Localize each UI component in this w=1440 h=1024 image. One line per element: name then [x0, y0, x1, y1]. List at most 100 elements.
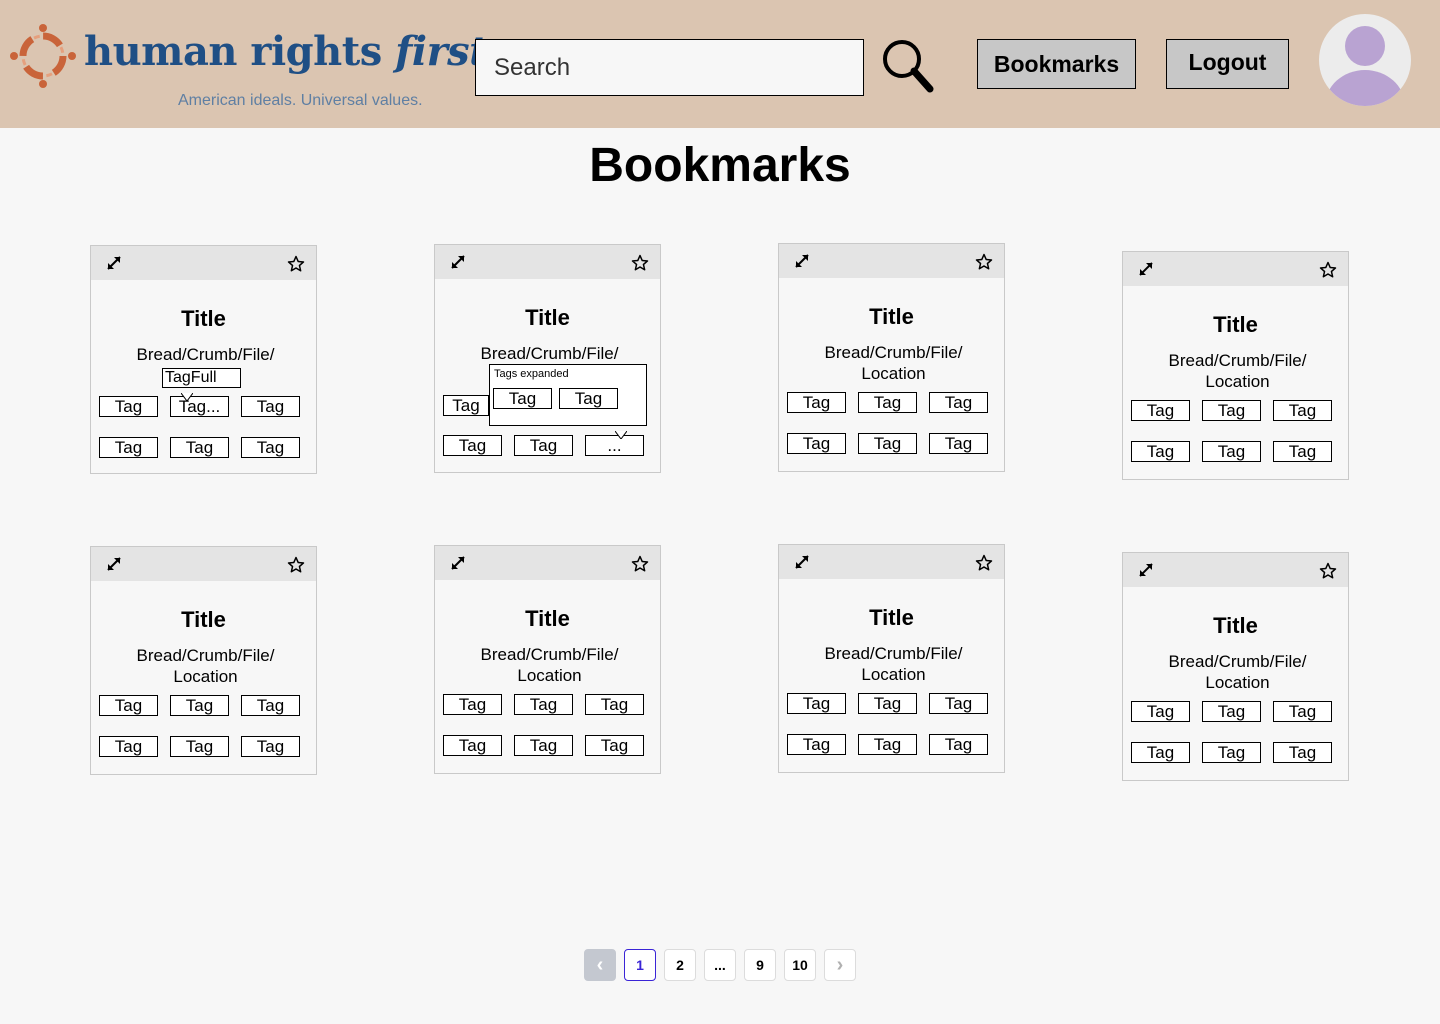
tag-chip[interactable]: Tag — [443, 735, 502, 756]
star-icon[interactable] — [975, 554, 993, 572]
tag-chip[interactable]: Tag — [99, 437, 158, 458]
tag-chip[interactable]: Tag — [929, 433, 988, 454]
tag-chip[interactable]: Tag — [559, 388, 618, 409]
expand-icon[interactable] — [1137, 561, 1155, 579]
star-icon[interactable] — [1319, 562, 1337, 580]
expand-icon[interactable] — [449, 554, 467, 572]
card-title: Title — [525, 305, 570, 330]
tag-chip[interactable]: Tag — [1131, 742, 1190, 763]
tag-chip[interactable]: Tag — [1202, 701, 1261, 722]
tag-chip[interactable]: Tag — [99, 736, 158, 757]
tag-chip[interactable]: Tag — [1273, 400, 1332, 421]
tag-chip[interactable]: Tag — [585, 735, 644, 756]
bookmark-card[interactable]: Title Bread/Crumb/File/Tag Tag... Tag Tag Tag… — [90, 245, 317, 474]
tag-chip[interactable]: Tag — [99, 396, 158, 417]
bookmark-card[interactable]: Title Bread/Crumb/File/Tag Tag Tag... Tags e… — [434, 244, 661, 473]
card-breadcrumb: Bread/Crumb/File/ Location — [480, 645, 619, 685]
tag-chip[interactable]: Tag... — [170, 396, 229, 417]
tag-chip[interactable]: Tag — [514, 435, 573, 456]
tag-chip[interactable]: Tag — [241, 437, 300, 458]
logout-button[interactable]: Logout — [1166, 39, 1289, 89]
card-title: Title — [181, 306, 226, 331]
tag-chip[interactable]: Tag — [1202, 441, 1261, 462]
tag-chip[interactable]: Tag — [1202, 400, 1261, 421]
tag-chip[interactable]: Tag — [858, 433, 917, 454]
tag-chip[interactable]: Tag — [858, 392, 917, 413]
logo-wordmark: human rights first — [84, 28, 488, 75]
search-input[interactable] — [475, 39, 864, 96]
top-header: human rights first American ideals. Univ… — [0, 0, 1440, 128]
tag-chip[interactable]: Tag — [514, 735, 573, 756]
tag-chip[interactable]: Tag — [443, 395, 489, 416]
card-toolbar — [435, 546, 660, 580]
bookmark-card[interactable]: Title Bread/Crumb/File/ Location Tag Tag Tag… — [778, 243, 1005, 472]
tag-chip[interactable]: Tag — [1202, 742, 1261, 763]
next-page-button[interactable]: › — [824, 949, 856, 981]
page-title: Bookmarks — [589, 139, 851, 192]
card-toolbar — [91, 547, 316, 581]
tag-chip[interactable]: Tag — [170, 437, 229, 458]
expand-icon[interactable] — [793, 553, 811, 571]
tag-chip[interactable]: Tag — [170, 695, 229, 716]
tag-chip[interactable]: Tag — [1131, 701, 1190, 722]
tag-chip[interactable]: Tag — [241, 396, 300, 417]
card-breadcrumb: Bread/Crumb/File/ — [480, 344, 619, 363]
card-toolbar — [779, 244, 1004, 278]
bookmark-card[interactable]: Title Bread/Crumb/File/ Location Tag Tag Tag… — [434, 545, 661, 774]
bookmark-card[interactable]: Title Bread/Crumb/File/ Location Tag Tag Tag… — [778, 544, 1005, 773]
tag-chip[interactable]: Tag — [514, 694, 573, 715]
tag-chip[interactable]: Tag — [787, 734, 846, 755]
star-icon[interactable] — [287, 556, 305, 574]
tag-chip[interactable]: Tag — [241, 695, 300, 716]
bookmark-card[interactable]: Title Bread/Crumb/File/ Location Tag Tag Tag… — [90, 546, 317, 775]
tag-chip[interactable]: Tag — [858, 693, 917, 714]
card-toolbar — [779, 545, 1004, 579]
card-toolbar — [1123, 553, 1348, 587]
tag-chip[interactable]: Tag — [1273, 742, 1332, 763]
tag-chip[interactable]: Tag — [787, 693, 846, 714]
expand-icon[interactable] — [1137, 260, 1155, 278]
tag-chip[interactable]: Tag — [170, 736, 229, 757]
tag-chip[interactable]: Tag — [858, 734, 917, 755]
tag-chip[interactable]: Tag — [241, 736, 300, 757]
page-button-2[interactable]: 2 — [664, 949, 696, 981]
prev-page-button[interactable]: ‹ — [584, 949, 616, 981]
tag-chip[interactable]: Tag — [1131, 400, 1190, 421]
tag-chip[interactable]: Tag — [1273, 701, 1332, 722]
hrf-logo[interactable]: human rights first American ideals. Univ… — [8, 20, 488, 115]
tag-chip[interactable]: Tag — [443, 694, 502, 715]
bookmark-card[interactable]: Title Bread/Crumb/File/ Location Tag Tag Tag… — [1122, 251, 1349, 480]
search-button[interactable] — [880, 38, 936, 94]
tag-chip[interactable]: Tag — [929, 693, 988, 714]
magnifier-icon — [883, 40, 934, 93]
tag-chip[interactable]: Tag — [99, 695, 158, 716]
page-button-1[interactable]: 1 — [624, 949, 656, 981]
tag-chip[interactable]: Tag — [929, 734, 988, 755]
star-icon[interactable] — [1319, 261, 1337, 279]
star-icon[interactable] — [287, 255, 305, 273]
popover-label: Tags expanded — [494, 368, 569, 380]
tag-chip[interactable]: Tag — [787, 392, 846, 413]
tag-chip[interactable]: Tag — [1131, 441, 1190, 462]
tag-chip[interactable]: Tag — [585, 694, 644, 715]
page-button-10[interactable]: 10 — [784, 949, 816, 981]
tag-chip[interactable]: Tag — [443, 435, 502, 456]
bookmark-card[interactable]: Title Bread/Crumb/File/ Location Tag Tag Tag… — [1122, 552, 1349, 781]
tag-chip[interactable]: Tag — [787, 433, 846, 454]
star-icon[interactable] — [631, 555, 649, 573]
expand-icon[interactable] — [449, 253, 467, 271]
card-title: Title — [525, 606, 570, 631]
expand-icon[interactable] — [105, 254, 123, 272]
tag-chip[interactable]: Tag — [1273, 441, 1332, 462]
tag-chip[interactable]: Tag — [929, 392, 988, 413]
user-avatar[interactable] — [1319, 14, 1411, 106]
star-icon[interactable] — [975, 253, 993, 271]
user-avatar-icon — [1325, 26, 1405, 106]
star-icon[interactable] — [631, 254, 649, 272]
card-breadcrumb: Bread/Crumb/File/ Location — [824, 343, 963, 383]
page-button-9[interactable]: 9 — [744, 949, 776, 981]
bookmarks-button[interactable]: Bookmarks — [977, 39, 1136, 89]
expand-icon[interactable] — [793, 252, 811, 270]
expand-icon[interactable] — [105, 555, 123, 573]
tag-chip[interactable]: Tag — [493, 388, 552, 409]
